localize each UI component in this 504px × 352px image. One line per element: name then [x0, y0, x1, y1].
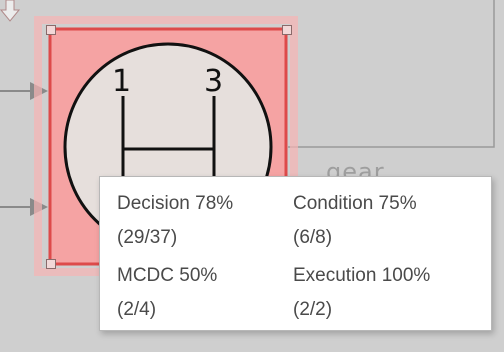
resize-handle-top-right[interactable] [282, 25, 292, 35]
down-arrow-icon[interactable] [0, 0, 20, 22]
decision-coverage: Decision 78% (29/37) [117, 187, 292, 255]
resize-handle-bottom-left[interactable] [46, 259, 56, 269]
execution-coverage: Execution 100% (2/2) [293, 259, 468, 327]
resize-handle-top-left[interactable] [46, 25, 56, 35]
condition-coverage-count: (6/8) [293, 227, 333, 248]
gear-number-3: 3 [204, 64, 224, 99]
condition-coverage: Condition 75% (6/8) [293, 187, 468, 255]
output-signal-line [288, 0, 495, 148]
mcdc-coverage-count: (2/4) [117, 299, 157, 320]
mcdc-coverage: MCDC 50% (2/4) [117, 259, 292, 327]
execution-coverage-label: Execution 100% [293, 265, 431, 286]
coverage-tooltip: Decision 78% (29/37) Condition 75% (6/8)… [99, 176, 492, 331]
mcdc-coverage-label: MCDC 50% [117, 265, 218, 286]
execution-coverage-count: (2/2) [293, 299, 333, 320]
decision-coverage-count: (29/37) [117, 227, 178, 248]
decision-coverage-label: Decision 78% [117, 193, 234, 214]
condition-coverage-label: Condition 75% [293, 193, 417, 214]
gear-number-1: 1 [112, 64, 132, 99]
